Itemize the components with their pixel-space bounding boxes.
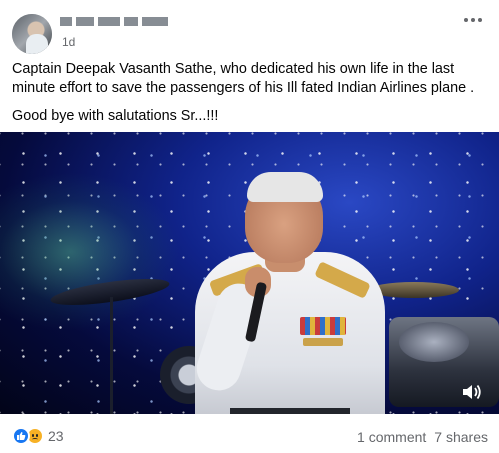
author-name-blurred[interactable] <box>60 14 172 28</box>
dot-icon <box>464 18 468 22</box>
volume-icon[interactable] <box>461 382 483 402</box>
dot-icon <box>478 18 482 22</box>
post-text: Captain Deepak Vasanth Sathe, who dedica… <box>12 60 482 126</box>
author-avatar[interactable] <box>12 14 52 54</box>
reaction-count: 23 <box>48 428 64 444</box>
post-paragraph-2: Good bye with salutations Sr...!!! <box>12 108 219 124</box>
comments-link[interactable]: 1 comment <box>357 429 426 445</box>
reactions-summary[interactable]: 23 <box>12 427 64 445</box>
shares-link[interactable]: 7 shares <box>434 429 488 445</box>
post-footer: 23 1 comment 7 shares <box>0 414 499 453</box>
medal-ribbons <box>300 317 346 335</box>
more-options-button[interactable] <box>461 10 485 30</box>
speaker-person <box>185 172 395 414</box>
avatar-shirt <box>26 34 48 54</box>
post-video[interactable] <box>0 132 499 414</box>
post-paragraph-1: Captain Deepak Vasanth Sathe, who dedica… <box>12 61 475 96</box>
like-icon <box>12 427 30 445</box>
dot-icon <box>471 18 475 22</box>
engagement-stats: 1 comment 7 shares <box>357 429 488 445</box>
post-timestamp[interactable]: 1d <box>62 35 75 49</box>
feed-post: 1d Captain Deepak Vasanth Sathe, who ded… <box>0 0 499 453</box>
